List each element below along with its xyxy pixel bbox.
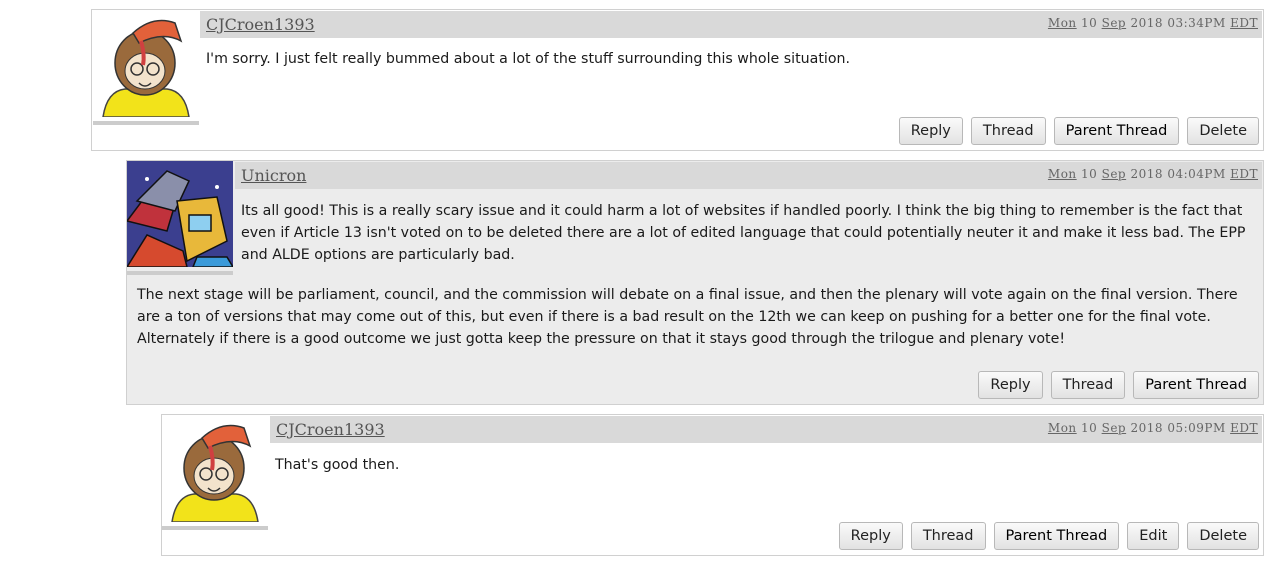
delete-button[interactable]: Delete	[1187, 522, 1259, 550]
parent-thread-button[interactable]: Parent Thread	[1133, 371, 1259, 399]
post-header: CJCroen1393 Mon 10 Sep 2018 05:09PM EDT	[270, 416, 1262, 443]
date-time: 04:04PM	[1167, 167, 1226, 181]
date-tz: EDT	[1230, 421, 1258, 435]
username-link[interactable]: CJCroen1393	[206, 15, 315, 34]
avatar[interactable]	[127, 161, 233, 275]
post-body: That's good then.	[275, 457, 400, 473]
date-num: 10	[1081, 421, 1098, 435]
comment-post: Unicron Mon 10 Sep 2018 04:04PM EDT Its …	[126, 160, 1264, 405]
reply-button[interactable]: Reply	[978, 371, 1043, 399]
cartoon-avatar-icon	[162, 416, 268, 523]
post-paragraph: The next stage will be parliament, counc…	[137, 287, 1238, 347]
username-link[interactable]: Unicron	[241, 166, 306, 185]
parent-thread-button[interactable]: Parent Thread	[1053, 117, 1180, 145]
date-day: Mon	[1047, 16, 1077, 30]
robot-avatar-icon	[127, 161, 233, 268]
date-num: 10	[1081, 16, 1098, 30]
post-date: Mon 10 Sep 2018 03:34PM EDT	[1048, 16, 1258, 30]
thread-button[interactable]: Thread	[1050, 371, 1126, 399]
post-header: CJCroen1393 Mon 10 Sep 2018 03:34PM EDT	[200, 11, 1262, 38]
post-actions: Reply Thread Parent Thread Edit Delete	[838, 522, 1259, 550]
date-tz: EDT	[1230, 16, 1258, 30]
avatar[interactable]	[93, 11, 199, 125]
post-date: Mon 10 Sep 2018 04:04PM EDT	[1048, 167, 1258, 181]
date-month: Sep	[1101, 16, 1127, 30]
date-month: Sep	[1101, 167, 1127, 181]
date-day: Mon	[1047, 421, 1077, 435]
username-link[interactable]: CJCroen1393	[276, 420, 385, 439]
avatar[interactable]	[162, 416, 268, 530]
date-day: Mon	[1047, 167, 1077, 181]
post-actions: Reply Thread Parent Thread Delete	[898, 117, 1259, 145]
delete-button[interactable]: Delete	[1187, 117, 1259, 145]
date-year: 2018	[1130, 167, 1163, 181]
post-body: I'm sorry. I just felt really bummed abo…	[206, 51, 851, 67]
cartoon-avatar-icon	[93, 11, 199, 118]
date-num: 10	[1081, 167, 1098, 181]
post-paragraph: Its all good! This is a really scary iss…	[241, 203, 1246, 263]
date-tz: EDT	[1230, 167, 1258, 181]
reply-button[interactable]: Reply	[898, 117, 963, 145]
thread-button[interactable]: Thread	[970, 117, 1046, 145]
date-year: 2018	[1130, 16, 1163, 30]
comment-post: CJCroen1393 Mon 10 Sep 2018 05:09PM EDT …	[161, 414, 1264, 556]
parent-thread-button[interactable]: Parent Thread	[993, 522, 1120, 550]
comment-post: CJCroen1393 Mon 10 Sep 2018 03:34PM EDT …	[91, 9, 1264, 151]
date-year: 2018	[1130, 421, 1163, 435]
reply-button[interactable]: Reply	[838, 522, 903, 550]
post-header: Unicron Mon 10 Sep 2018 04:04PM EDT	[235, 162, 1262, 189]
post-date: Mon 10 Sep 2018 05:09PM EDT	[1048, 421, 1258, 435]
post-actions: Reply Thread Parent Thread	[978, 371, 1259, 399]
date-time: 05:09PM	[1167, 421, 1226, 435]
date-time: 03:34PM	[1167, 16, 1226, 30]
date-month: Sep	[1101, 421, 1127, 435]
edit-button[interactable]: Edit	[1127, 522, 1180, 550]
thread-button[interactable]: Thread	[910, 522, 986, 550]
